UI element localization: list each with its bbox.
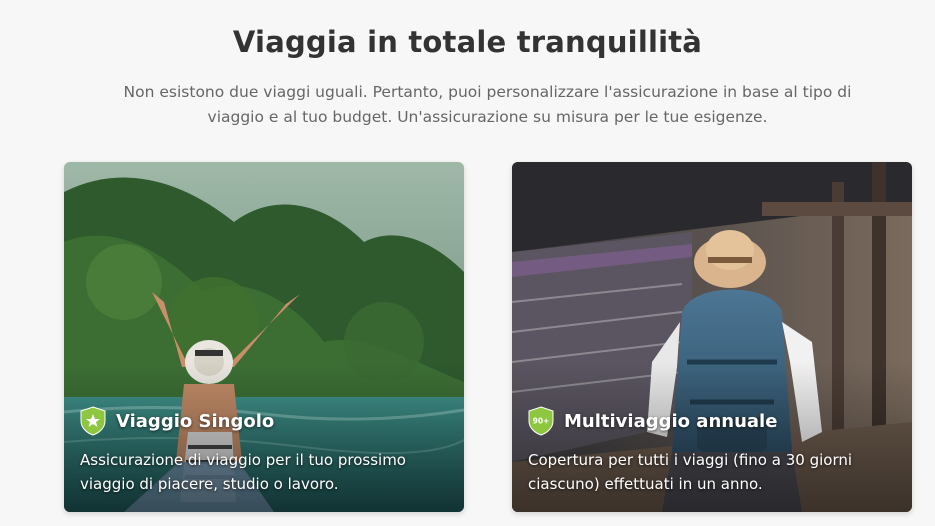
90-badge-text: 90+ bbox=[533, 417, 550, 426]
annual-multitrip-card[interactable]: 90+ Multiviaggio annuale Copertura per t… bbox=[512, 162, 912, 512]
90-days-shield-icon: 90+ bbox=[528, 406, 554, 436]
page-title: Viaggia in totale tranquillità bbox=[232, 25, 703, 60]
page-subtitle: Non esistono due viaggi uguali. Pertanto… bbox=[123, 82, 852, 126]
single-trip-card[interactable]: Viaggio Singolo Assicurazione di viaggio… bbox=[64, 162, 464, 512]
annual-multitrip-description: Copertura per tutti i viaggi (fino a 30 … bbox=[528, 451, 853, 493]
single-trip-card-header: Viaggio Singolo bbox=[80, 406, 274, 436]
annual-multitrip-card-header: 90+ Multiviaggio annuale bbox=[528, 406, 777, 436]
single-trip-description: Assicurazione di viaggio per il tuo pros… bbox=[80, 451, 406, 493]
annual-multitrip-title: Multiviaggio annuale bbox=[564, 410, 778, 432]
star-shield-icon bbox=[80, 406, 106, 436]
single-trip-title: Viaggio Singolo bbox=[116, 410, 275, 432]
